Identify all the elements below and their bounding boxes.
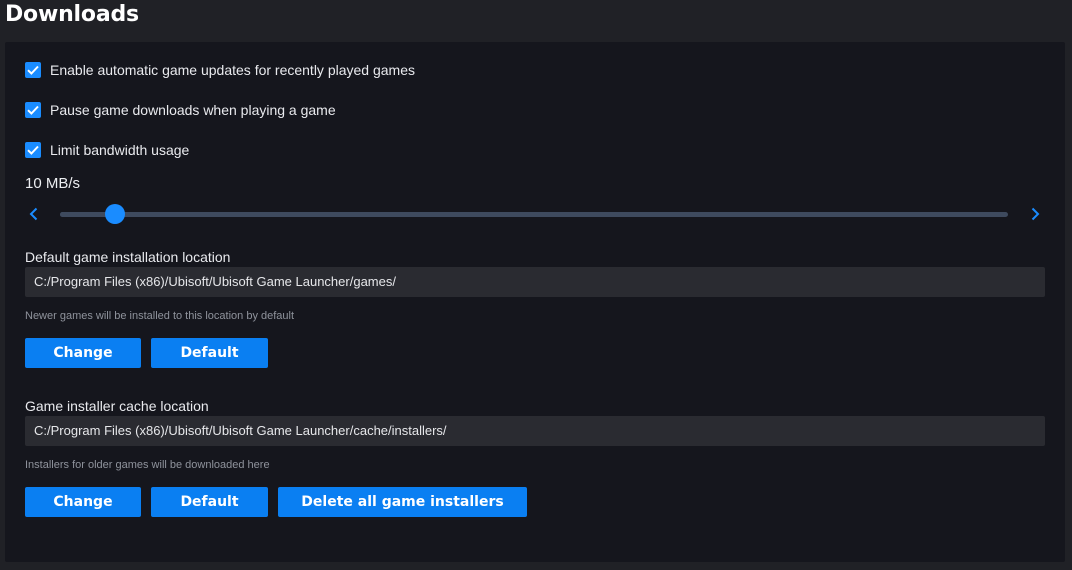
bandwidth-value: 10 MB/s	[25, 175, 81, 192]
limit-bandwidth-checkbox[interactable]	[25, 142, 41, 158]
limit-bandwidth-label: Limit bandwidth usage	[50, 142, 190, 158]
bandwidth-slider[interactable]	[60, 204, 1008, 224]
cache-location-hint: Installers for older games will be downl…	[25, 459, 270, 471]
limit-bandwidth-option[interactable]: Limit bandwidth usage	[25, 142, 189, 158]
install-location-label: Default game installation location	[25, 249, 231, 265]
pause-downloads-label: Pause game downloads when playing a game	[50, 102, 336, 118]
pause-downloads-option[interactable]: Pause game downloads when playing a game	[25, 102, 336, 118]
chevron-right-icon	[1031, 207, 1039, 221]
install-location-hint: Newer games will be installed to this lo…	[25, 310, 295, 322]
delete-installers-button[interactable]: Delete all game installers	[278, 487, 527, 517]
checkmark-icon	[27, 105, 39, 115]
auto-updates-label: Enable automatic game updates for recent…	[50, 62, 415, 78]
pause-downloads-checkbox[interactable]	[25, 102, 41, 118]
checkmark-icon	[27, 145, 39, 155]
install-location-path: C:/Program Files (x86)/Ubisoft/Ubisoft G…	[25, 267, 1045, 297]
cache-change-button[interactable]: Change	[25, 487, 141, 517]
page-title: Downloads	[5, 2, 139, 27]
auto-updates-checkbox[interactable]	[25, 62, 41, 78]
slider-thumb[interactable]	[105, 204, 125, 224]
checkmark-icon	[27, 65, 39, 75]
install-change-button[interactable]: Change	[25, 338, 141, 368]
cache-default-button[interactable]: Default	[151, 487, 268, 517]
slider-increase-button[interactable]	[1027, 206, 1043, 222]
downloads-settings-panel: Enable automatic game updates for recent…	[5, 42, 1065, 562]
cache-location-label: Game installer cache location	[25, 398, 209, 414]
slider-decrease-button[interactable]	[25, 206, 41, 222]
auto-updates-option[interactable]: Enable automatic game updates for recent…	[25, 62, 415, 78]
chevron-left-icon	[29, 207, 37, 221]
cache-location-path: C:/Program Files (x86)/Ubisoft/Ubisoft G…	[25, 416, 1045, 446]
install-default-button[interactable]: Default	[151, 338, 268, 368]
